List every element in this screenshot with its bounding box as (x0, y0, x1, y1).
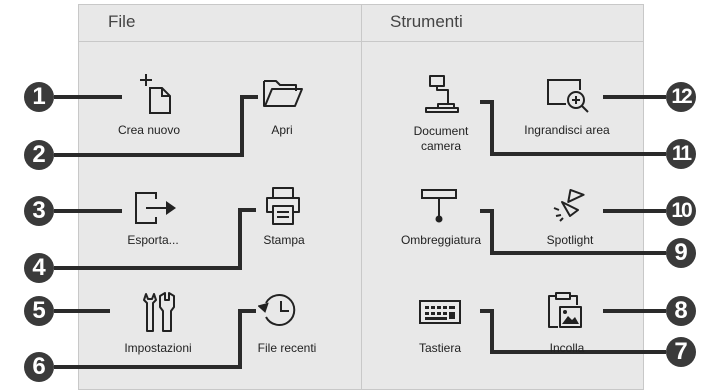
apri-label[interactable]: Apri (262, 123, 302, 137)
shade-icon[interactable] (420, 188, 460, 224)
callout-4: 4 (24, 253, 54, 283)
magnify-area-icon[interactable] (546, 78, 592, 114)
incolla-label[interactable]: Incolla (532, 341, 602, 355)
recent-files-icon[interactable] (258, 290, 300, 332)
paste-icon[interactable] (546, 289, 584, 331)
callout-3: 3 (24, 196, 54, 226)
callout-2: 2 (24, 140, 54, 170)
printer-icon[interactable] (264, 186, 302, 226)
crea-nuovo-label[interactable]: Crea nuovo (102, 123, 196, 137)
callout-7: 7 (666, 337, 696, 367)
callout-leader-lines (54, 95, 666, 369)
esporta-label[interactable]: Esporta... (112, 233, 194, 247)
document-camera-label[interactable]: Document camera (400, 124, 482, 154)
callout-1: 1 (24, 82, 54, 112)
folder-icon[interactable] (262, 77, 304, 109)
callout-6: 6 (24, 352, 54, 382)
ombreggiatura-label[interactable]: Ombreggiatura (392, 233, 490, 247)
callout-10: 10 (666, 196, 696, 226)
tastiera-label[interactable]: Tastiera (408, 341, 472, 355)
settings-icon[interactable] (141, 291, 175, 333)
stampa-label[interactable]: Stampa (256, 233, 312, 247)
callout-11: 11 (666, 139, 696, 169)
export-icon[interactable] (134, 191, 180, 225)
keyboard-icon[interactable] (418, 299, 462, 325)
ingrandisci-area-label[interactable]: Ingrandisci area (512, 123, 622, 137)
spotlight-icon[interactable] (548, 188, 588, 224)
spotlight-label[interactable]: Spotlight (532, 233, 608, 247)
callout-8: 8 (666, 296, 696, 326)
callout-12: 12 (666, 82, 696, 112)
new-file-icon[interactable] (136, 71, 176, 115)
impostazioni-label[interactable]: Impostazioni (108, 341, 208, 355)
document-camera-icon[interactable] (424, 74, 462, 114)
callout-5: 5 (24, 296, 54, 326)
file-recenti-label[interactable]: File recenti (244, 341, 330, 355)
callout-9: 9 (666, 238, 696, 268)
